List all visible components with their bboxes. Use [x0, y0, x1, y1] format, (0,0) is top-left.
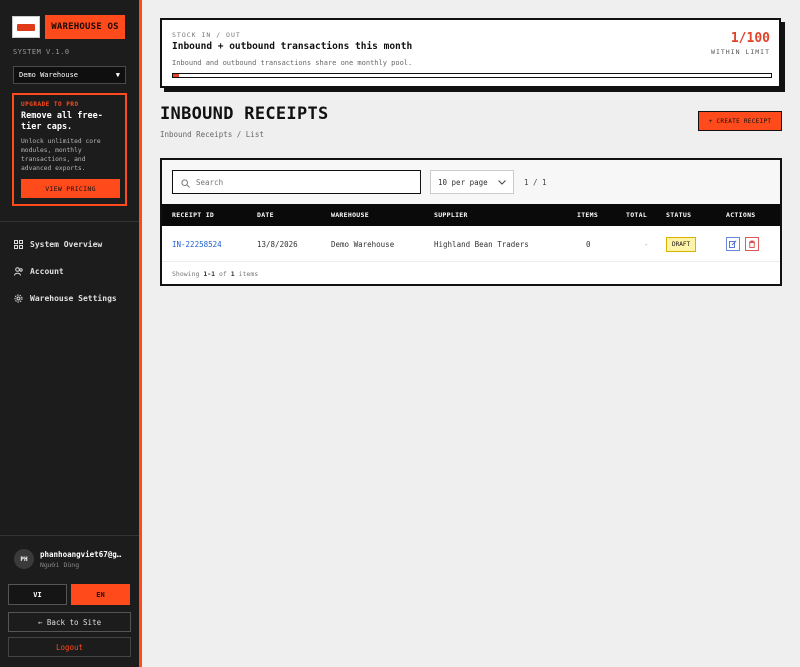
sidebar-item-account[interactable]: Account — [14, 264, 117, 278]
user-role: Người Dùng — [40, 560, 80, 569]
receipts-table-card: 10 per page 1 / 1 RECEIPT ID DATE WAREHO… — [160, 158, 782, 286]
usage-count: 1/100 — [730, 31, 770, 46]
user-profile[interactable]: PH phanhoangviet67@g… Người Dùng — [14, 549, 121, 569]
column-header[interactable]: ITEMS — [577, 211, 598, 219]
usage-title: Inbound + outbound transactions this mon… — [172, 41, 413, 52]
table-toolbar: 10 per page 1 / 1 — [162, 160, 780, 204]
promo-body: Unlock unlimited core modules, monthly t… — [21, 138, 101, 172]
sidebar-item-warehouse-settings[interactable]: Warehouse Settings — [14, 291, 117, 305]
brand[interactable]: WAREHOUSE OS — [12, 15, 125, 39]
chevron-down-icon — [498, 178, 506, 187]
search-icon — [181, 173, 190, 192]
footer-suffix: items — [238, 270, 259, 278]
sidebar-item-system-overview[interactable]: System Overview — [14, 237, 117, 251]
table-row[interactable]: IN-22258524 13/8/2026 Demo Warehouse Hig… — [162, 226, 780, 262]
usage-progress-fill — [173, 74, 179, 77]
edit-icon — [729, 240, 737, 248]
app-version: SYSTEM V.1.0 — [13, 48, 70, 56]
edit-button[interactable] — [726, 237, 740, 251]
create-receipt-button[interactable]: + CREATE RECEIPT — [698, 111, 782, 131]
receipt-id-link[interactable]: IN-22258524 — [172, 240, 222, 249]
cell-date: 13/8/2026 — [257, 240, 298, 249]
cell-supplier: Highland Bean Traders — [434, 240, 529, 249]
upgrade-promo: UPGRADE TO PRO Remove all free-tier caps… — [12, 93, 127, 206]
search-box[interactable] — [172, 170, 421, 194]
sidebar-item-label: Warehouse Settings — [30, 293, 117, 303]
user-email: phanhoangviet67@g… — [40, 549, 122, 559]
caret-down-icon: ▼ — [115, 71, 120, 79]
warehouse-select-value: Demo Warehouse — [19, 71, 79, 79]
usage-kicker: STOCK IN / OUT — [172, 31, 241, 39]
column-header[interactable]: DATE — [257, 211, 274, 219]
cell-warehouse: Demo Warehouse — [331, 240, 395, 249]
usage-caption: WITHIN LIMIT — [711, 48, 770, 56]
footer-of: of — [219, 270, 227, 278]
back-to-site-button[interactable]: ← Back to Site — [8, 612, 131, 632]
footer-total: 1 — [230, 270, 235, 278]
per-page-select[interactable]: 10 per page — [430, 170, 514, 194]
lang-en-button[interactable]: EN — [71, 584, 130, 605]
trash-icon — [749, 240, 755, 248]
grid-icon — [14, 239, 23, 249]
usage-description: Inbound and outbound transactions share … — [172, 59, 413, 67]
view-pricing-button[interactable]: VIEW PRICING — [21, 179, 120, 198]
usage-card: STOCK IN / OUT Inbound + outbound transa… — [160, 18, 781, 88]
footer-prefix: Showing — [172, 270, 200, 278]
delete-button[interactable] — [745, 237, 759, 251]
gear-icon — [14, 294, 23, 303]
sidebar-nav: System Overview Account Warehouse Settin… — [14, 237, 117, 318]
warehouse-select[interactable]: Demo Warehouse ▼ — [13, 66, 126, 84]
avatar: PH — [14, 549, 34, 569]
users-icon — [14, 266, 23, 276]
column-header[interactable]: TOTAL — [626, 211, 647, 219]
lang-vi-button[interactable]: VI — [8, 584, 67, 605]
logout-button[interactable]: Logout — [8, 637, 131, 657]
table-footer: Showing 1-1 of 1 items — [172, 270, 258, 278]
sidebar: WAREHOUSE OS SYSTEM V.1.0 Demo Warehouse… — [0, 0, 142, 667]
promo-title: Remove all free-tier caps. — [21, 111, 103, 132]
promo-kicker: UPGRADE TO PRO — [21, 101, 79, 108]
per-page-value: 10 per page — [438, 177, 488, 187]
status-badge: DRAFT — [666, 237, 697, 252]
cell-items: 0 — [586, 240, 591, 249]
sidebar-item-label: Account — [30, 266, 64, 276]
column-header[interactable]: STATUS — [666, 211, 691, 219]
breadcrumb: Inbound Receipts / List — [160, 130, 264, 139]
usage-progress-bar — [172, 73, 772, 78]
sidebar-item-label: System Overview — [30, 239, 103, 249]
app-name: WAREHOUSE OS — [45, 15, 125, 39]
column-header[interactable]: ACTIONS — [726, 211, 756, 219]
column-header[interactable]: RECEIPT ID — [172, 211, 214, 219]
pagination: 1 / 1 — [524, 178, 547, 187]
cell-total: - — [644, 240, 649, 249]
column-header[interactable]: WAREHOUSE — [331, 211, 369, 219]
search-input[interactable] — [196, 177, 396, 187]
column-header[interactable]: SUPPLIER — [434, 211, 468, 219]
sidebar-divider — [0, 535, 139, 536]
footer-range: 1-1 — [203, 270, 216, 278]
logo-icon — [12, 16, 40, 38]
table-header: RECEIPT ID DATE WAREHOUSE SUPPLIER ITEMS… — [162, 204, 780, 226]
page-title: INBOUND RECEIPTS — [160, 104, 329, 124]
sidebar-divider — [0, 221, 139, 222]
